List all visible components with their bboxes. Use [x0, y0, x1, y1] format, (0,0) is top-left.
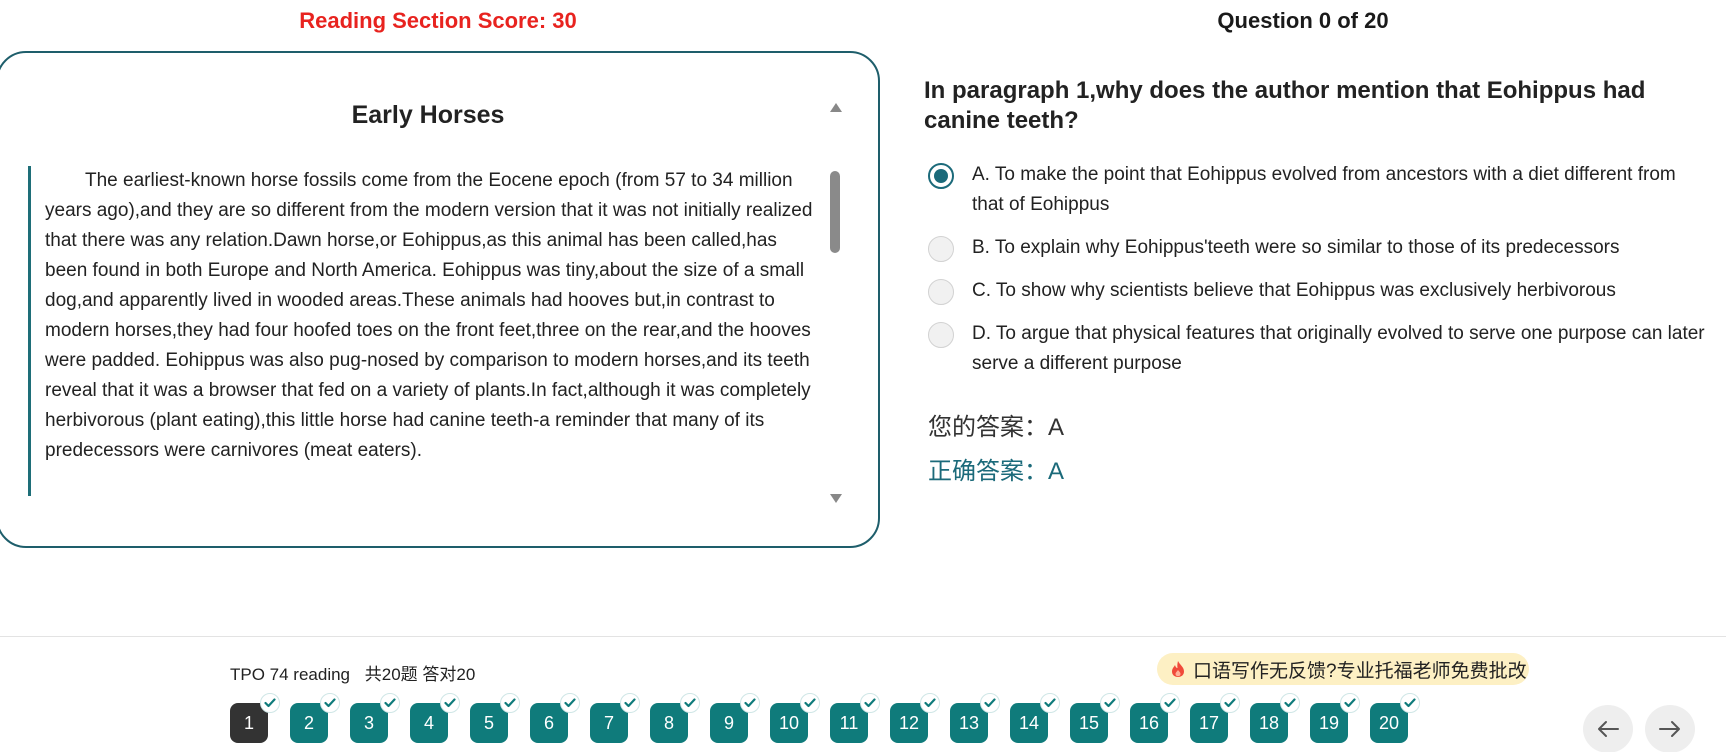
option-a[interactable]: A. To make the point that Eohippus evolv… — [928, 160, 1708, 220]
passage-title: Early Horses — [351, 101, 505, 129]
option-a-label: A. To make the point that Eohippus evolv… — [972, 164, 1676, 215]
question-counter: Question 0 of 20 — [1217, 8, 1389, 33]
passage-scrollbar[interactable] — [828, 103, 842, 503]
checkmark-icon — [260, 693, 280, 713]
option-b[interactable]: B. To explain why Eohippus'teeth were so… — [928, 233, 1708, 263]
question-button-20[interactable]: 20 — [1370, 693, 1420, 743]
question-button-label: 19 — [1318, 712, 1340, 733]
question-button-10[interactable]: 10 — [770, 693, 820, 743]
question-button-17[interactable]: 17 — [1190, 693, 1240, 743]
scroll-down-arrow-icon[interactable] — [830, 494, 842, 503]
reading-review-page: Reading Section Score: 30 Question 0 of … — [0, 0, 1726, 752]
scroll-thumb[interactable] — [830, 171, 840, 253]
question-button-5[interactable]: 5 — [470, 693, 520, 743]
question-button-label: 15 — [1078, 712, 1100, 733]
question-button-label: 4 — [423, 712, 434, 733]
option-d[interactable]: D. To argue that physical features that … — [928, 319, 1708, 379]
question-button-7[interactable]: 7 — [590, 693, 640, 743]
score-summary: 共20题 答对20 — [364, 665, 476, 684]
question-button-label: 7 — [603, 712, 614, 733]
question-button-14[interactable]: 14 — [1010, 693, 1060, 743]
answer-summary: 您的答案：A 正确答案：A — [928, 406, 1064, 494]
footer-divider — [0, 636, 1726, 637]
question-button-label: 17 — [1198, 712, 1220, 733]
checkmark-icon — [320, 693, 340, 713]
question-button-1[interactable]: 1 — [230, 693, 280, 743]
question-button-2[interactable]: 2 — [290, 693, 340, 743]
passage-paragraph: The earliest-known horse fossils come fr… — [28, 166, 818, 496]
checkmark-icon — [1340, 693, 1360, 713]
option-d-label: D. To argue that physical features that … — [972, 323, 1705, 374]
checkmark-icon — [920, 693, 940, 713]
question-prompt: In paragraph 1,why does the author menti… — [924, 77, 1646, 134]
your-answer: 您的答案：A — [928, 414, 1065, 441]
checkmark-icon — [1040, 693, 1060, 713]
answer-options: A. To make the point that Eohippus evolv… — [928, 160, 1708, 392]
question-button-label: 1 — [243, 712, 254, 733]
question-button-15[interactable]: 15 — [1070, 693, 1120, 743]
next-button[interactable] — [1645, 705, 1695, 752]
question-navigator: 1 2 3 4 5 6 7 8 9 10 11 12 13 14 15 16 17 18 19 20 — [230, 693, 1430, 743]
option-b-radio[interactable] — [928, 236, 954, 262]
option-a-radio[interactable] — [928, 163, 954, 189]
question-button-label: 11 — [839, 712, 859, 733]
option-c-label: C. To show why scientists believe that E… — [972, 280, 1616, 301]
question-button-13[interactable]: 13 — [950, 693, 1000, 743]
checkmark-icon — [440, 693, 460, 713]
arrow-right-icon — [1659, 721, 1680, 737]
option-c[interactable]: C. To show why scientists believe that E… — [928, 276, 1708, 306]
question-button-4[interactable]: 4 — [410, 693, 460, 743]
question-button-label: 12 — [898, 712, 920, 733]
checkmark-icon — [980, 693, 1000, 713]
option-d-radio[interactable] — [928, 322, 954, 348]
question-button-8[interactable]: 8 — [650, 693, 700, 743]
promo-text: 口语写作无反馈?专业托福老师免费批改 — [1193, 660, 1527, 682]
question-button-label: 14 — [1018, 712, 1040, 733]
question-button-12[interactable]: 12 — [890, 693, 940, 743]
section-score: Reading Section Score: 30 — [299, 8, 577, 33]
question-button-label: 6 — [543, 712, 554, 733]
checkmark-icon — [560, 693, 580, 713]
checkmark-icon — [1400, 693, 1420, 713]
question-button-label: 2 — [303, 712, 314, 733]
checkmark-icon — [1220, 693, 1240, 713]
question-button-label: 10 — [778, 712, 800, 733]
scroll-up-arrow-icon[interactable] — [830, 103, 842, 112]
question-button-label: 18 — [1258, 712, 1280, 733]
checkmark-icon — [680, 693, 700, 713]
correct-answer: 正确答案：A — [928, 458, 1065, 485]
checkmark-icon — [380, 693, 400, 713]
question-button-label: 13 — [958, 712, 980, 733]
question-button-label: 5 — [483, 712, 494, 733]
question-button-label: 3 — [363, 712, 374, 733]
question-button-19[interactable]: 19 — [1310, 693, 1360, 743]
checkmark-icon — [860, 693, 880, 713]
checkmark-icon — [1160, 693, 1180, 713]
promo-banner[interactable]: 口语写作无反馈?专业托福老师免费批改 — [1157, 653, 1529, 685]
checkmark-icon — [1280, 693, 1300, 713]
checkmark-icon — [800, 693, 820, 713]
question-button-label: 9 — [723, 712, 734, 733]
passage-panel: Early Horses The earliest-known horse fo… — [0, 51, 880, 548]
option-b-label: B. To explain why Eohippus'teeth were so… — [972, 237, 1620, 258]
checkmark-icon — [740, 693, 760, 713]
arrow-left-icon — [1598, 721, 1619, 737]
test-info: TPO 74 reading 共20题 答对20 — [230, 660, 485, 685]
question-button-label: 16 — [1138, 712, 1160, 733]
option-c-radio[interactable] — [928, 279, 954, 305]
question-button-18[interactable]: 18 — [1250, 693, 1300, 743]
checkmark-icon — [620, 693, 640, 713]
question-button-16[interactable]: 16 — [1130, 693, 1180, 743]
previous-button[interactable] — [1583, 705, 1633, 752]
question-button-11[interactable]: 11 — [830, 693, 880, 743]
checkmark-icon — [500, 693, 520, 713]
checkmark-icon — [1100, 693, 1120, 713]
question-button-3[interactable]: 3 — [350, 693, 400, 743]
question-button-label: 8 — [663, 712, 674, 733]
flame-icon — [1172, 661, 1184, 677]
question-button-6[interactable]: 6 — [530, 693, 580, 743]
question-button-label: 20 — [1378, 712, 1400, 733]
test-name: TPO 74 reading — [230, 665, 351, 684]
question-button-9[interactable]: 9 — [710, 693, 760, 743]
